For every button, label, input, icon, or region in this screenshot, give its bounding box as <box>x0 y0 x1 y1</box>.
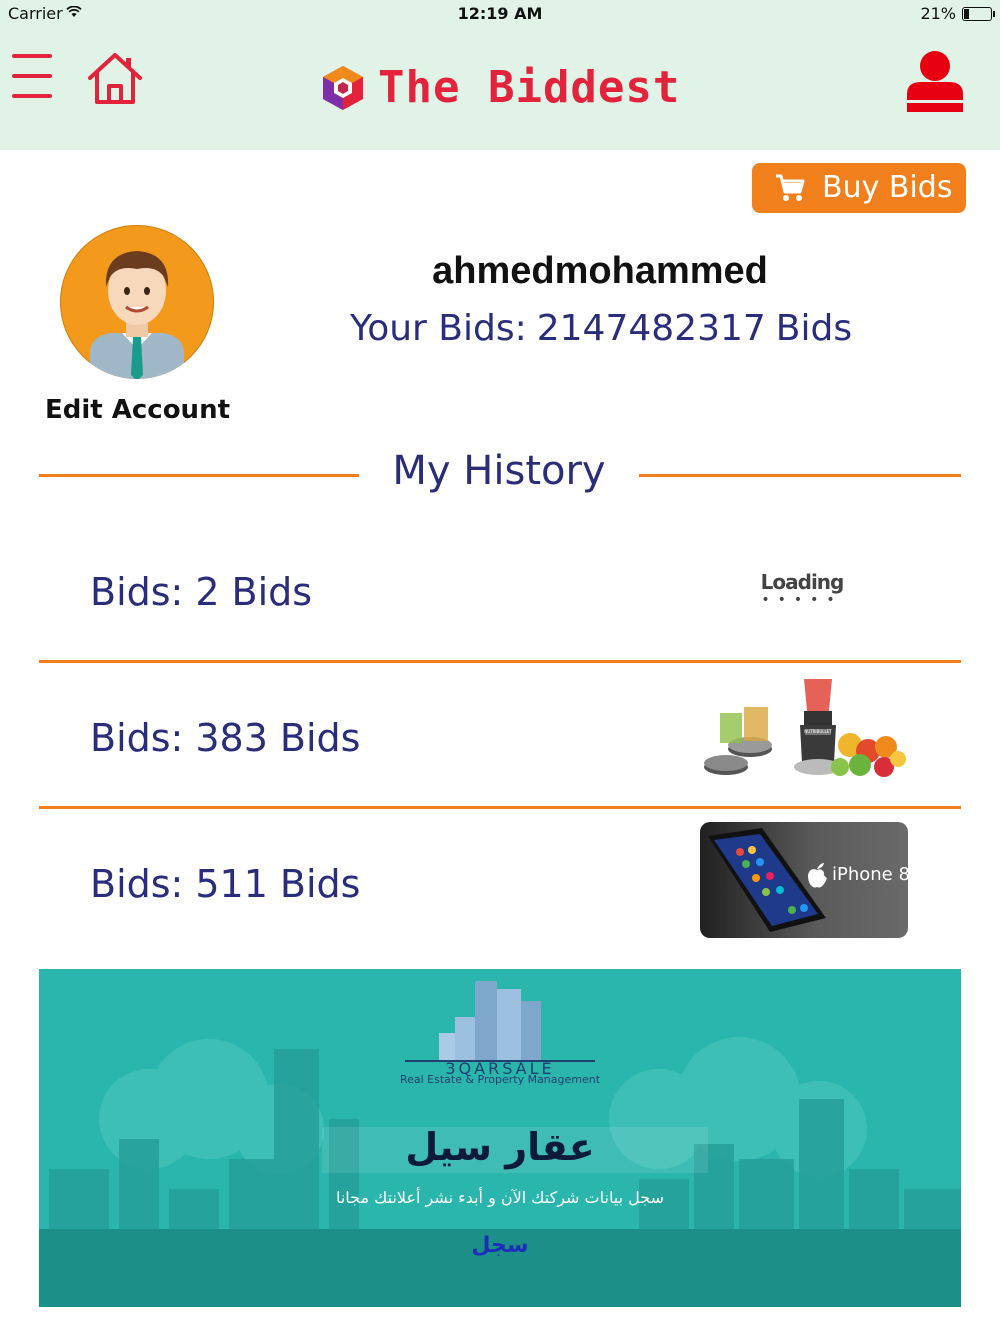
your-bids: Your Bids: 2147482317 Bids <box>350 308 853 349</box>
loading-label: Loading <box>760 570 845 594</box>
app-header: Carrier 12:19 AM 21% The Biddest <box>0 0 1000 150</box>
status-bar: Carrier 12:19 AM 21% <box>0 4 1000 26</box>
menu-icon[interactable] <box>12 54 52 98</box>
row-divider <box>39 660 961 663</box>
history-divider-left <box>39 474 359 477</box>
username: ahmedmohammed <box>432 250 768 292</box>
bids-label: Bids: <box>90 570 184 614</box>
battery-percent: 21% <box>920 4 956 23</box>
history-divider-right <box>639 474 961 477</box>
bids-value: 511 <box>195 862 268 906</box>
app-title: The Biddest <box>378 62 681 113</box>
iphone-label: iPhone 8 <box>832 864 908 885</box>
cart-icon <box>776 174 805 201</box>
home-icon[interactable] <box>86 50 144 106</box>
app-logo: The Biddest <box>318 60 679 116</box>
row-divider <box>39 806 961 809</box>
your-bids-value: 2147482317 <box>536 308 766 349</box>
loading-dots-icon: ••••• <box>761 592 843 608</box>
bids-label: Bids: <box>90 862 184 906</box>
bids-value: 2 <box>195 570 220 614</box>
avatar[interactable] <box>60 225 214 379</box>
user-icon[interactable] <box>905 50 965 112</box>
history-row[interactable]: Bids: 2 Bids <box>90 570 324 614</box>
loading-placeholder: Loading ••••• <box>750 570 854 608</box>
logo-hexagon-icon <box>323 66 363 110</box>
iphone-image[interactable]: iPhone 8 <box>700 822 908 938</box>
bids-unit: Bids <box>231 570 313 614</box>
bids-label: Bids: <box>90 716 184 760</box>
buy-bids-label: Buy Bids <box>822 170 953 205</box>
banner-register-button[interactable]: سجل <box>39 1233 961 1258</box>
bids-unit: Bids <box>279 862 361 906</box>
your-bids-label: Your Bids: <box>350 308 527 349</box>
battery-icon <box>962 7 995 21</box>
your-bids-unit: Bids <box>775 308 853 349</box>
history-row[interactable]: Bids: 383 Bids <box>90 716 372 760</box>
history-row[interactable]: Bids: 511 Bids <box>90 862 372 906</box>
buy-bids-button[interactable]: Buy Bids <box>752 163 966 213</box>
banner-brand-sub: Real Estate & Property Management <box>399 1073 601 1086</box>
banner-subtitle: سجل بيانات شركتك الآن و أبدء نشر أعلانتك… <box>335 1188 665 1207</box>
bids-unit: Bids <box>279 716 361 760</box>
bids-value: 383 <box>195 716 268 760</box>
promo-banner[interactable]: 3QARSALE Real Estate & Property Manageme… <box>39 969 961 1307</box>
apple-icon <box>808 863 827 888</box>
banner-title: عقار سيل <box>405 1125 595 1169</box>
avatar-person-icon <box>90 251 184 379</box>
history-title: My History <box>392 448 606 494</box>
edit-account-link[interactable]: Edit Account <box>40 395 235 425</box>
blender-image[interactable]: NUTRIBULLET <box>700 675 910 793</box>
clock: 12:19 AM <box>457 4 543 23</box>
blender-brand-label: NUTRIBULLET <box>804 729 832 734</box>
